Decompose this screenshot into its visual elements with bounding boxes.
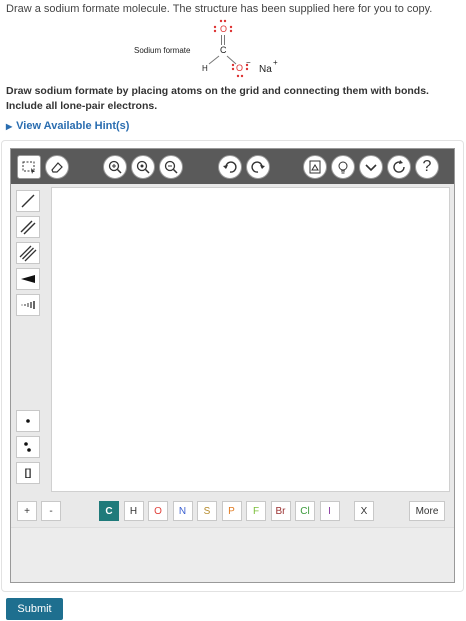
instruction-text: Draw sodium formate by placing atoms on … xyxy=(6,85,429,112)
hydrogen-atom: H xyxy=(202,64,208,73)
atom-button-h[interactable]: H xyxy=(123,501,144,521)
drawing-canvas[interactable] xyxy=(51,187,450,492)
lone-pair-icon xyxy=(24,442,31,452)
clear-atom-button[interactable]: X xyxy=(354,501,374,521)
zoom-fit-button[interactable] xyxy=(131,155,155,179)
single-dot-icon xyxy=(26,419,30,423)
molecule-bonds xyxy=(208,19,249,78)
more-atoms-button[interactable]: More xyxy=(409,501,445,521)
prompt-text: Draw a sodium formate molecule. The stru… xyxy=(6,3,433,15)
submit-button[interactable]: Submit xyxy=(6,598,63,620)
atom-button-f[interactable]: F xyxy=(246,501,266,521)
double-bond-icon xyxy=(20,220,36,235)
oxygen-bottom: O xyxy=(236,63,244,73)
sodium-cation: Na xyxy=(259,64,272,75)
zoom-reset-icon xyxy=(136,160,150,174)
atom-button-s[interactable]: S xyxy=(197,501,217,521)
single-bond-icon xyxy=(21,194,35,208)
help-button[interactable]: ? xyxy=(415,155,439,179)
atom-button-o[interactable]: O xyxy=(148,501,168,521)
hint-link[interactable]: View Available Hint(s) xyxy=(16,120,129,132)
lone-pair-button[interactable] xyxy=(16,436,40,458)
atom-button-i[interactable]: I xyxy=(319,501,340,521)
eraser-icon xyxy=(51,162,63,173)
bracket-button[interactable]: [] xyxy=(16,462,40,484)
redo-icon xyxy=(251,161,265,173)
lightbulb-icon xyxy=(338,161,348,174)
document-icon xyxy=(309,160,321,174)
zoom-in-button[interactable] xyxy=(103,155,127,179)
undo-icon xyxy=(223,161,237,173)
charge-minus-button[interactable]: - xyxy=(41,501,61,521)
info-button[interactable] xyxy=(331,155,355,179)
drawing-editor: ? [] + - C H O N S P F Br Cl I X More xyxy=(10,148,455,583)
hash-bond-icon xyxy=(21,301,35,309)
sodium-formate-structure: Sodium formate O C H O − Na + xyxy=(120,18,300,80)
undo-button[interactable] xyxy=(218,155,242,179)
zoom-in-icon xyxy=(108,160,122,174)
refresh-icon xyxy=(393,160,405,173)
wedge-bond-button[interactable] xyxy=(16,268,40,290)
hash-bond-button[interactable] xyxy=(16,294,40,316)
zoom-out-button[interactable] xyxy=(159,155,183,179)
chevron-down-icon xyxy=(365,164,377,172)
atom-button-n[interactable]: N xyxy=(172,501,193,521)
plus-charge: + xyxy=(273,58,278,67)
charge-plus-button[interactable]: + xyxy=(17,501,37,521)
atom-bar: + - C H O N S P F Br Cl I X More xyxy=(11,497,454,525)
oxygen-top: O xyxy=(220,24,228,34)
carbon-atom: C xyxy=(220,45,227,55)
zoom-out-icon xyxy=(164,160,178,174)
selection-icon xyxy=(22,161,35,174)
atom-button-p[interactable]: P xyxy=(221,501,242,521)
reset-button[interactable] xyxy=(387,155,411,179)
double-bond-button[interactable] xyxy=(16,216,40,238)
eraser-button[interactable] xyxy=(45,155,69,179)
atom-button-br[interactable]: Br xyxy=(270,501,291,521)
template-button[interactable] xyxy=(303,155,327,179)
bond-tools: [] xyxy=(11,184,49,497)
dropdown-button[interactable] xyxy=(359,155,383,179)
atom-button-cl[interactable]: Cl xyxy=(295,501,315,521)
single-bond-button[interactable] xyxy=(16,190,40,212)
redo-button[interactable] xyxy=(246,155,270,179)
triple-bond-icon xyxy=(19,245,37,262)
triangle-right-icon: ▶ xyxy=(6,122,13,131)
radical-button[interactable] xyxy=(16,410,40,432)
editor-toolbar: ? xyxy=(11,149,454,184)
hint-toggle[interactable]: ▶ View Available Hint(s) xyxy=(6,120,129,132)
select-tool-button[interactable] xyxy=(17,155,41,179)
atom-button-c[interactable]: C xyxy=(99,501,119,521)
triple-bond-button[interactable] xyxy=(16,242,40,264)
editor-footer-area xyxy=(11,527,454,582)
wedge-bond-icon xyxy=(21,275,35,283)
minus-charge: − xyxy=(246,58,251,67)
